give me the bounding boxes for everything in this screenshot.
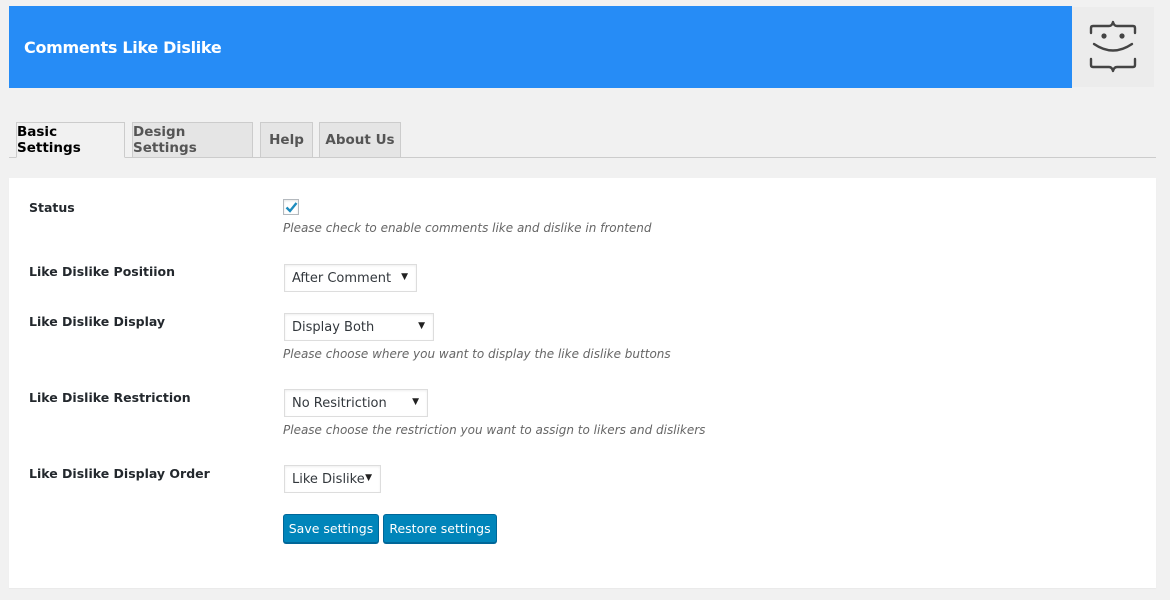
- tab-about-us[interactable]: About Us: [319, 122, 401, 157]
- status-checkbox[interactable]: [283, 199, 299, 215]
- dropdown-arrow-icon: ▼: [401, 272, 408, 282]
- tab-design-settings[interactable]: Design Settings: [132, 122, 253, 157]
- tab-basic-settings[interactable]: Basic Settings: [16, 122, 125, 158]
- position-label: Like Dislike Positiion: [29, 264, 176, 279]
- status-description: Please check to enable comments like and…: [283, 221, 652, 235]
- plugin-title: Comments Like Dislike: [24, 37, 222, 57]
- smiley-braces-logo-icon: [1089, 20, 1137, 73]
- restore-settings-button[interactable]: Restore settings: [383, 514, 497, 543]
- display-select[interactable]: Display Both ▼: [284, 313, 434, 341]
- position-select[interactable]: After Comment ▼: [284, 264, 417, 292]
- save-settings-button[interactable]: Save settings: [283, 514, 379, 543]
- display-description: Please choose where you want to display …: [283, 347, 671, 361]
- display-label: Like Dislike Display: [29, 314, 166, 329]
- display-order-select-value: Like Dislike: [292, 471, 365, 487]
- settings-tabs: Basic Settings Design Settings Help Abou…: [9, 122, 1156, 158]
- dropdown-arrow-icon: ▼: [412, 397, 419, 407]
- plugin-logo: [1072, 7, 1154, 87]
- status-label: Status: [29, 200, 75, 215]
- dropdown-arrow-icon: ▼: [365, 473, 372, 483]
- display-order-label: Like Dislike Display Order: [29, 466, 210, 481]
- display-order-select[interactable]: Like Dislike ▼: [284, 465, 381, 493]
- basic-settings-panel: Status Please check to enable comments l…: [9, 178, 1156, 588]
- restriction-label: Like Dislike Restriction: [29, 390, 191, 405]
- checkmark-icon: [285, 202, 297, 213]
- plugin-header: Comments Like Dislike: [9, 6, 1072, 88]
- restriction-select-value: No Resitriction: [292, 395, 387, 411]
- restriction-select[interactable]: No Resitriction ▼: [284, 389, 428, 417]
- restriction-description: Please choose the restriction you want t…: [283, 423, 706, 437]
- dropdown-arrow-icon: ▼: [418, 321, 425, 331]
- display-select-value: Display Both: [292, 319, 375, 335]
- position-select-value: After Comment: [292, 270, 392, 286]
- tab-help[interactable]: Help: [260, 122, 313, 157]
